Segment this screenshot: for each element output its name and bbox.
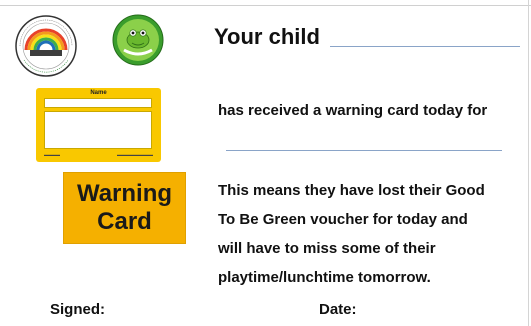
date-label: Date:: [319, 301, 357, 318]
mini-card-footer-right: ▬▬▬▬▬▬▬▬▬: [117, 152, 153, 157]
consequence-line-1: This means they have lost their Good: [218, 182, 485, 199]
warning-card-badge: Warning Card: [63, 172, 186, 244]
consequence-line-2: To Be Green voucher for today and: [218, 211, 468, 228]
page-right-border: [528, 0, 529, 326]
mini-card-body-box: [44, 111, 152, 149]
consequence-paragraph: This means they have lost their Good To …: [218, 176, 524, 292]
good-to-be-green-frog-logo-icon: [112, 14, 164, 66]
rainbow-school-logo-icon: [14, 14, 78, 78]
your-child-heading: Your child: [214, 24, 320, 49]
mini-warning-card-illustration: Name ▬▬▬▬ ▬▬▬▬▬▬▬▬▬: [36, 88, 161, 162]
mini-card-name-box: [44, 98, 152, 108]
signed-label: Signed:: [50, 301, 105, 318]
warning-card-letter: Name ▬▬▬▬ ▬▬▬▬▬▬▬▬▬ Warning Card Your ch…: [0, 0, 531, 326]
consequence-line-3: will have to miss some of their: [218, 240, 436, 257]
consequence-line-4: playtime/lunchtime tomorrow.: [218, 269, 431, 286]
mini-card-name-label: Name: [90, 90, 107, 96]
warning-card-line2: Card: [97, 208, 152, 235]
child-name-write-line: [330, 46, 520, 47]
warning-card-line1: Warning: [76, 180, 173, 207]
reason-write-line: [226, 150, 502, 151]
received-warning-text: has received a warning card today for: [218, 102, 488, 119]
page-top-border: [0, 0, 531, 6]
mini-card-footer-left: ▬▬▬▬: [44, 152, 60, 157]
